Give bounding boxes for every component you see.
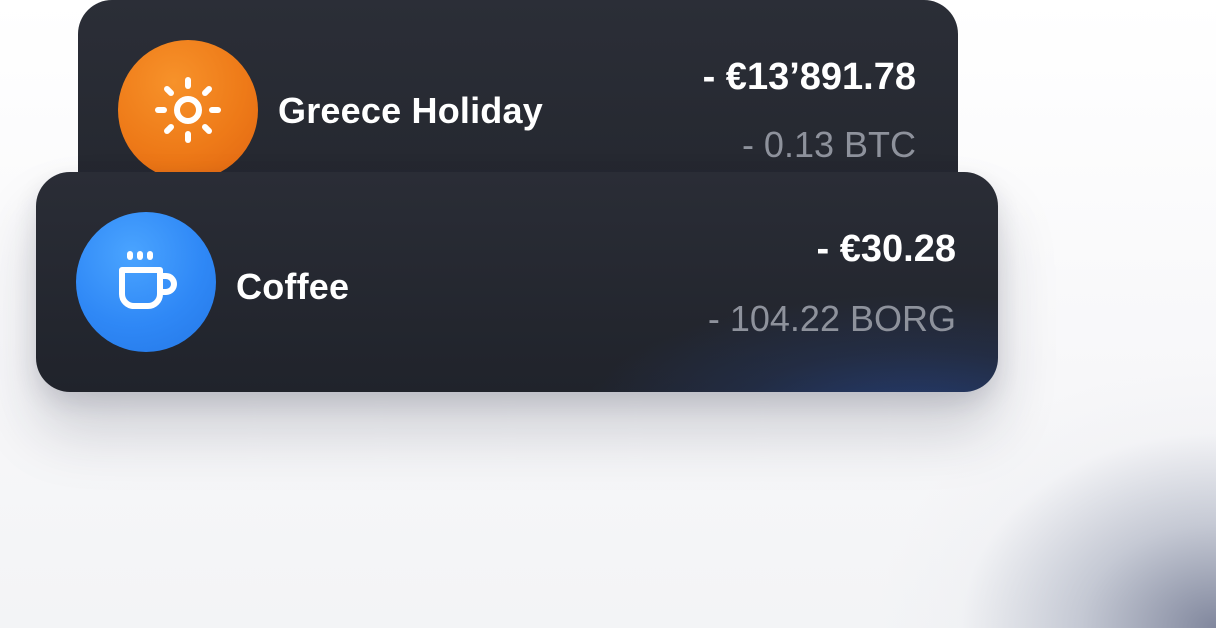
- sun-icon: [155, 77, 221, 143]
- fiat-amount: - €30.28: [816, 228, 956, 270]
- crypto-amount: - 104.22 BORG: [707, 298, 956, 339]
- category-avatar: [118, 40, 258, 180]
- category-avatar: [76, 212, 216, 352]
- transaction-title: Coffee: [236, 266, 350, 307]
- transaction-card-coffee[interactable]: Coffee - €30.28 - 104.22 BORG: [36, 172, 998, 392]
- crypto-amount: - 0.13 BTC: [741, 124, 916, 165]
- fiat-amount: - €13’891.78: [702, 56, 916, 98]
- coffee-cup-icon: [119, 251, 177, 309]
- transaction-title: Greece Holiday: [278, 90, 543, 131]
